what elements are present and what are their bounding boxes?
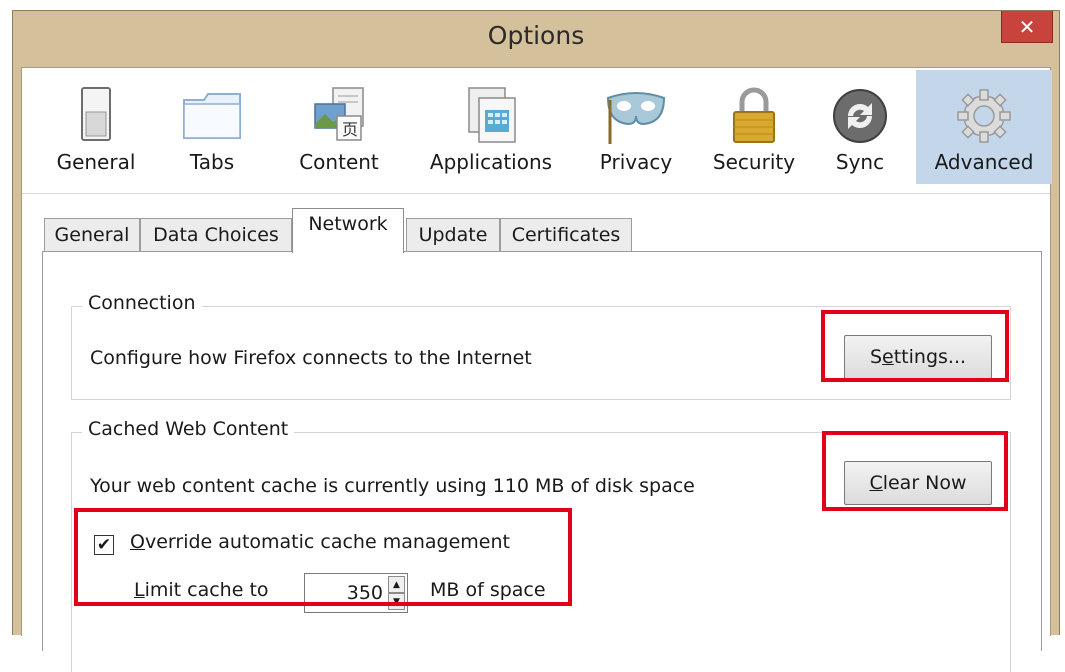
applications-icon (468, 87, 516, 143)
mask-icon (606, 92, 666, 144)
toolbar-advanced-label: Advanced (934, 150, 1034, 174)
toolbar-advanced[interactable]: Advanced (916, 70, 1052, 184)
switch-icon (81, 87, 111, 141)
toolbar-sync[interactable]: Sync (822, 70, 898, 184)
cache-group-title: Cached Web Content (82, 418, 295, 440)
toolbar-privacy-label: Privacy (599, 150, 673, 174)
close-icon: ✕ (1018, 14, 1036, 39)
toolbar-tabs-label: Tabs (189, 150, 235, 174)
title-bar: Options ✕ (13, 11, 1059, 67)
toolbar-applications[interactable]: Applications (418, 70, 564, 184)
connection-group-title: Connection (82, 292, 202, 314)
tab-data-choices[interactable]: Data Choices (140, 218, 292, 252)
toolbar-privacy[interactable]: Privacy (588, 70, 684, 184)
cache-description: Your web content cache is currently usin… (90, 475, 695, 497)
toolbar-divider (22, 193, 1050, 194)
svg-text:页: 页 (342, 120, 358, 139)
padlock-icon (733, 87, 775, 143)
content-icon: 页 (314, 87, 364, 141)
toolbar-security-label: Security (712, 150, 796, 174)
tab-network[interactable]: Network (292, 208, 404, 253)
category-toolbar: General Tabs 页 Content Applications Priv… (22, 68, 1052, 194)
window-title: Options (487, 21, 585, 50)
tab-certificates[interactable]: Certificates (500, 218, 632, 252)
toolbar-applications-label: Applications (429, 150, 553, 174)
tabs-icon (183, 93, 241, 139)
override-cache-highlight-box (74, 508, 572, 606)
toolbar-general[interactable]: General (50, 70, 142, 184)
connection-description: Configure how Firefox connects to the In… (90, 347, 532, 369)
toolbar-content[interactable]: 页 Content (284, 70, 394, 184)
tab-general[interactable]: General (44, 218, 140, 252)
toolbar-content-label: Content (299, 150, 379, 174)
clear-now-highlight-box (822, 431, 1008, 511)
toolbar-sync-label: Sync (835, 150, 885, 174)
gear-icon (957, 89, 1011, 143)
sync-icon (833, 89, 887, 143)
close-button[interactable]: ✕ (1001, 11, 1053, 43)
toolbar-general-label: General (56, 150, 136, 174)
toolbar-security[interactable]: Security (702, 70, 806, 184)
toolbar-tabs[interactable]: Tabs (172, 70, 252, 184)
tab-update[interactable]: Update (406, 218, 500, 252)
settings-highlight-box (821, 310, 1009, 382)
